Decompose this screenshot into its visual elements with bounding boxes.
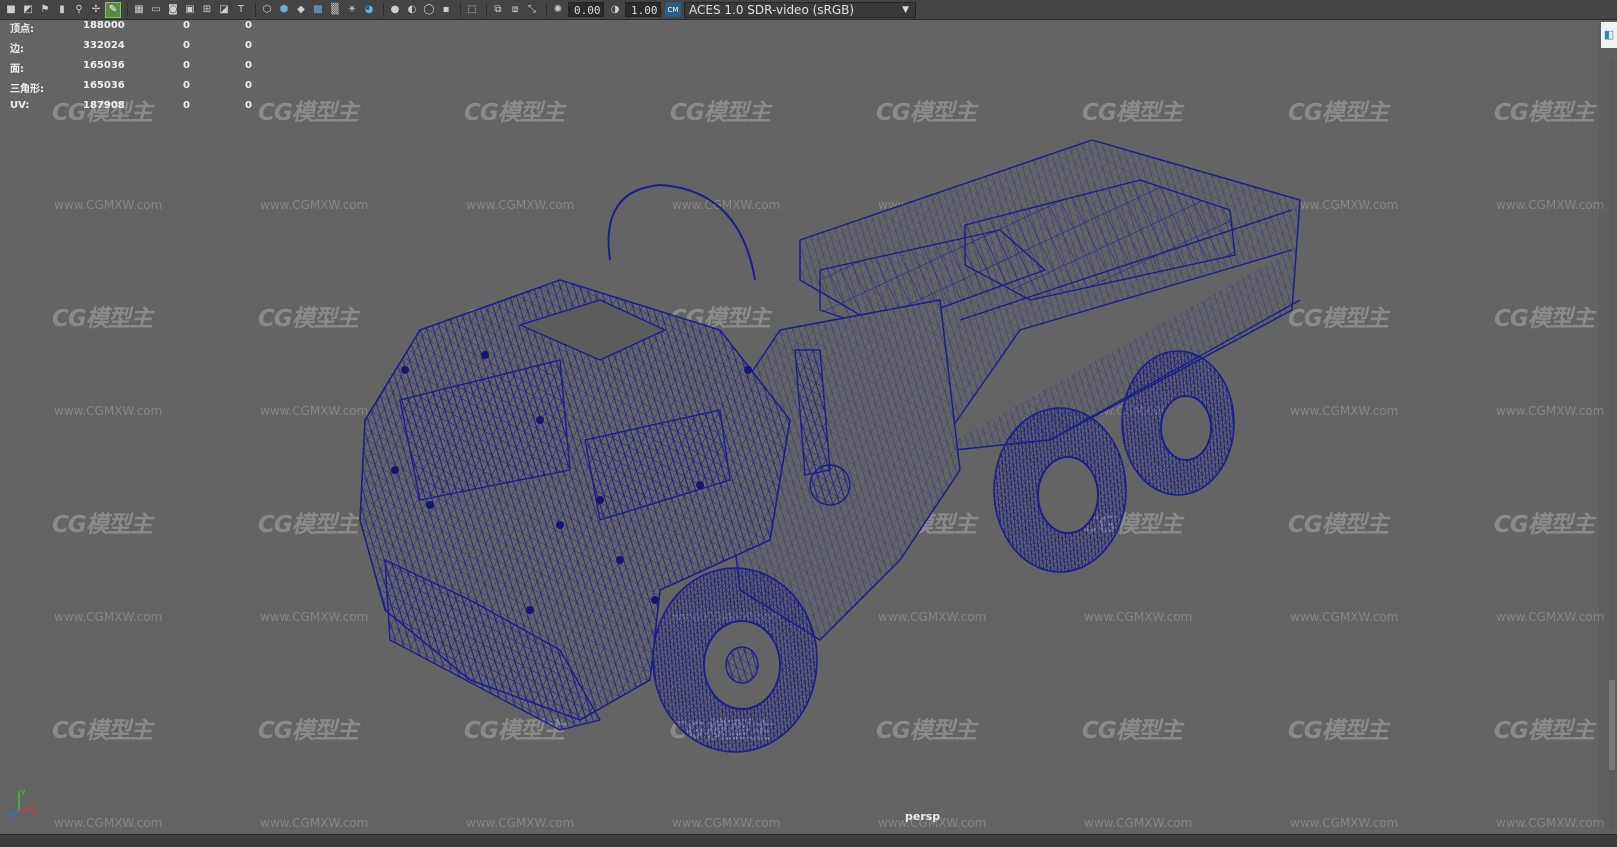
hud-extra: 0: [245, 60, 252, 71]
hud-row: 边: 332024 0 0: [10, 40, 270, 60]
hud-label: 顶点:: [10, 24, 34, 35]
hud-total: 187908: [83, 100, 125, 111]
hud-selected: 0: [183, 60, 190, 71]
hud-selected: 0: [183, 100, 190, 111]
hud-extra: 0: [245, 80, 252, 91]
hud-total: 332024: [83, 40, 125, 51]
hud-selected: 0: [183, 20, 190, 31]
axis-y-label: y: [21, 787, 26, 796]
camera-name-label: persp: [905, 810, 941, 823]
hud-row: 顶点: 188000 0 0: [10, 20, 270, 40]
hud-extra: 0: [245, 20, 252, 31]
hud-label: 边:: [10, 44, 24, 55]
hud-row: 面: 165036 0 0: [10, 60, 270, 80]
hud-label: UV:: [10, 100, 30, 111]
truck-wireframe-model[interactable]: [0, 0, 1617, 846]
viewport-bottom-border: [0, 834, 1617, 847]
hud-label: 面:: [10, 64, 24, 75]
hud-selected: 0: [183, 80, 190, 91]
hud-label: 三角形:: [10, 84, 44, 95]
axis-x-label: x: [33, 809, 38, 818]
hud-extra: 0: [245, 100, 252, 111]
hud-total: 188000: [83, 20, 125, 31]
hud-total: 165036: [83, 60, 125, 71]
hud-row: 三角形: 165036 0 0: [10, 80, 270, 100]
axis-gizmo-icon: y x z: [5, 787, 38, 818]
hud-selected: 0: [183, 40, 190, 51]
axis-z-label: z: [5, 809, 9, 818]
poly-count-hud: 顶点: 188000 0 0 边: 332024 0 0 面: 165036 0 0 三角形: 16503…: [10, 20, 270, 120]
hud-row: UV: 187908 0 0: [10, 100, 270, 120]
hud-extra: 0: [245, 40, 252, 51]
hud-total: 165036: [83, 80, 125, 91]
